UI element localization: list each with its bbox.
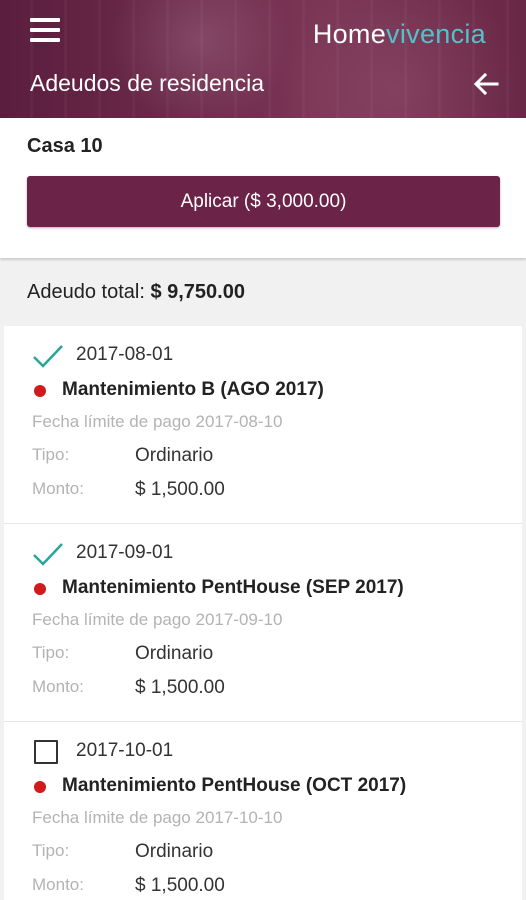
header-background-image [0,0,526,118]
item-date: 2017-08-01 [76,344,174,365]
item-name: Mantenimiento PentHouse (SEP 2017) [62,577,404,598]
tipo-label: Tipo: [32,841,70,860]
monto-value: $ 1,500.00 [135,677,225,698]
item-deadline: Fecha límite de pago 2017-09-10 [32,610,283,629]
tipo-value: Ordinario [135,841,214,862]
brand-part1: Home [312,19,387,49]
list-item[interactable]: 2017-10-01 Mantenimiento PentHouse (OCT … [4,722,522,900]
brand-logo: Homevivencia [313,19,486,50]
list-item[interactable]: 2017-08-01 Mantenimiento B (AGO 2017) Fe… [4,326,522,524]
monto-label: Monto: [32,875,84,894]
apply-payment-button[interactable]: Aplicar ($ 3,000.00) [27,176,500,227]
status-dot-icon [34,781,46,793]
monto-label: Monto: [32,677,84,696]
monto-label: Monto: [32,479,84,498]
residence-card: Casa 10 Aplicar ($ 3,000.00) [0,118,526,258]
item-name: Mantenimiento PentHouse (OCT 2017) [62,775,407,796]
item-date: 2017-09-01 [76,542,174,563]
item-date: 2017-10-01 [76,740,174,761]
debt-list: 2017-08-01 Mantenimiento B (AGO 2017) Fe… [4,326,522,900]
item-name: Mantenimiento B (AGO 2017) [62,379,324,400]
total-amount: $ 9,750.00 [150,281,245,303]
total-label: Adeudo total: [27,281,145,303]
item-deadline: Fecha límite de pago 2017-08-10 [32,412,283,431]
arrow-left-icon[interactable] [472,70,500,98]
tipo-value: Ordinario [135,643,214,664]
total-debt: Adeudo total: $ 9,750.00 [27,281,245,304]
status-dot-icon [34,385,46,397]
status-dot-icon [34,583,46,595]
monto-value: $ 1,500.00 [135,875,225,896]
monto-value: $ 1,500.00 [135,479,225,500]
checkbox-unchecked[interactable] [34,740,58,764]
page-title: Adeudos de residencia [30,70,264,96]
list-item[interactable]: 2017-09-01 Mantenimiento PentHouse (SEP … [4,524,522,722]
tipo-label: Tipo: [32,643,70,662]
brand-part2: vivencia [386,19,486,49]
checkmark-icon[interactable] [32,540,64,568]
residence-name: Casa 10 [27,135,103,157]
item-deadline: Fecha límite de pago 2017-10-10 [32,808,283,827]
menu-icon[interactable] [30,18,60,44]
checkmark-icon[interactable] [32,342,64,370]
app-header: Homevivencia Adeudos de residencia [0,0,526,118]
tipo-value: Ordinario [135,445,214,466]
tipo-label: Tipo: [32,445,70,464]
